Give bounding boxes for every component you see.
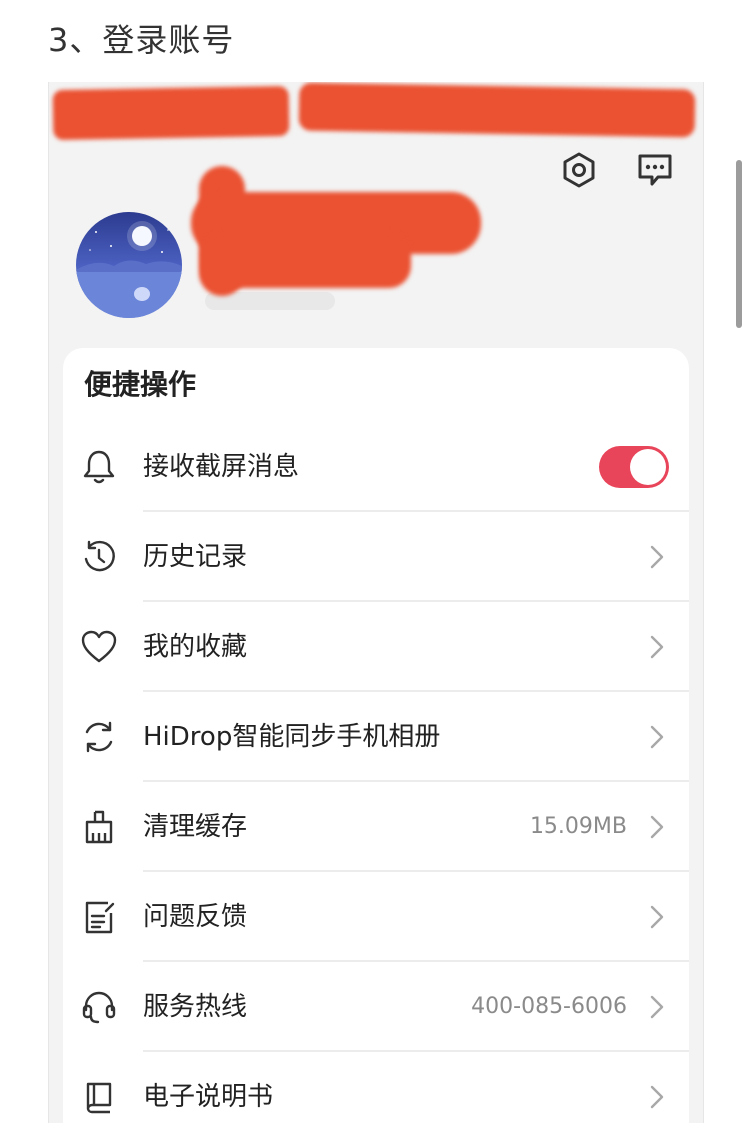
headset-icon xyxy=(81,989,117,1025)
list-item-hidrop-sync[interactable]: HiDrop智能同步手机相册 xyxy=(63,692,689,782)
list-item-feedback[interactable]: 问题反馈 xyxy=(63,872,689,962)
list-item-clear-cache[interactable]: 清理缓存 15.09MB xyxy=(63,782,689,872)
redacted-area xyxy=(298,82,696,138)
screenshot-messages-toggle[interactable] xyxy=(599,446,669,488)
item-label: 服务热线 xyxy=(143,992,248,1022)
avatar[interactable] xyxy=(76,212,182,318)
hotline-number: 400-085-6006 xyxy=(471,994,627,1019)
settings-icon[interactable] xyxy=(559,150,599,190)
cache-size: 15.09MB xyxy=(529,814,627,839)
sync-icon xyxy=(81,719,117,755)
redacted-area xyxy=(201,232,411,288)
message-icon[interactable] xyxy=(635,150,675,190)
redacted-area xyxy=(52,85,290,141)
list-item-hotline[interactable]: 服务热线 400-085-6006 xyxy=(63,962,689,1052)
quick-actions-card: 便捷操作 接收截屏消息 历史记录 我的收藏 HiDrop智能同步手机相册 清理缓… xyxy=(63,348,689,1123)
chevron-right-icon xyxy=(645,905,669,929)
history-clock-icon xyxy=(81,539,117,575)
list-item-screenshot-messages[interactable]: 接收截屏消息 xyxy=(63,422,689,512)
item-label: HiDrop智能同步手机相册 xyxy=(143,722,441,752)
chevron-right-icon xyxy=(645,545,669,569)
item-label: 历史记录 xyxy=(143,542,248,572)
scrollbar-thumb[interactable] xyxy=(736,160,742,328)
item-label: 清理缓存 xyxy=(143,812,248,842)
chevron-right-icon xyxy=(645,815,669,839)
card-title: 便捷操作 xyxy=(84,368,197,401)
list-item-favorites[interactable]: 我的收藏 xyxy=(63,602,689,692)
chevron-right-icon xyxy=(645,995,669,1019)
feedback-document-icon xyxy=(81,899,117,935)
bell-icon xyxy=(81,449,117,485)
item-label: 电子说明书 xyxy=(143,1082,274,1112)
item-label: 接收截屏消息 xyxy=(143,452,300,482)
chevron-right-icon xyxy=(645,635,669,659)
list-item-manual[interactable]: 电子说明书 xyxy=(63,1052,689,1123)
heart-icon xyxy=(81,629,117,665)
chevron-right-icon xyxy=(645,725,669,749)
toggle-knob xyxy=(630,449,666,485)
app-screen: 便捷操作 接收截屏消息 历史记录 我的收藏 HiDrop智能同步手机相册 清理缓… xyxy=(48,82,704,1123)
item-label: 我的收藏 xyxy=(143,632,248,662)
item-label: 问题反馈 xyxy=(143,902,248,932)
broom-icon xyxy=(81,809,117,845)
chevron-right-icon xyxy=(645,1085,669,1109)
manual-book-icon xyxy=(81,1079,117,1115)
step-heading: 3、登录账号 xyxy=(48,21,235,59)
list-item-history[interactable]: 历史记录 xyxy=(63,512,689,602)
